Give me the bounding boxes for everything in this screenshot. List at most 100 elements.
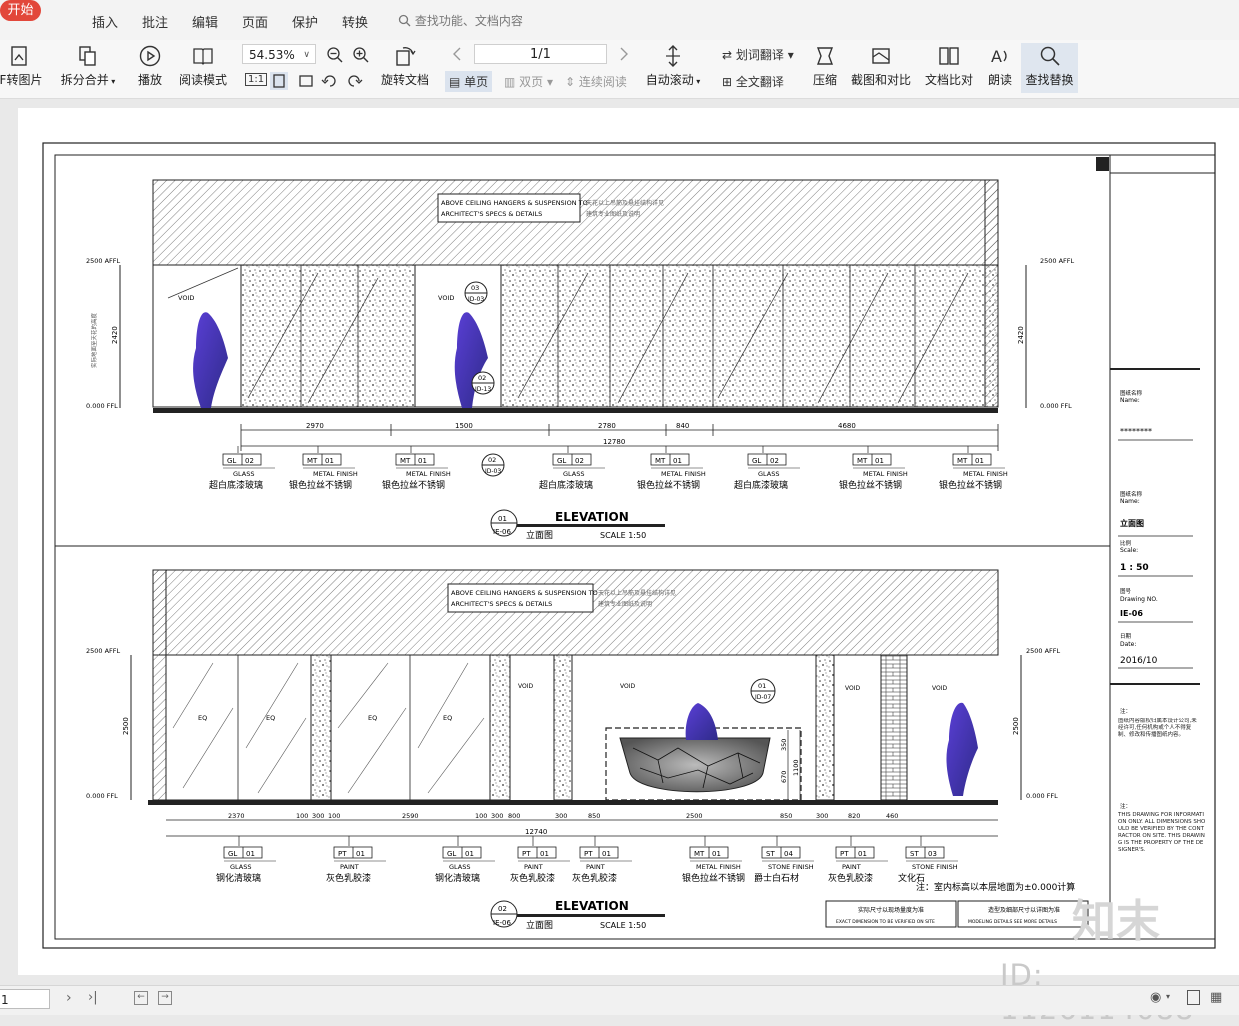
level2-bottom-left: 0.000 FFL bbox=[86, 792, 118, 800]
actual-size-icon[interactable]: 1:1 bbox=[245, 73, 268, 86]
double-page-button[interactable]: ▥ 双页 ▾ bbox=[504, 73, 553, 90]
tag-num: 01 bbox=[673, 457, 682, 465]
dim-label: 300 bbox=[555, 812, 567, 820]
rotate-right-icon[interactable] bbox=[345, 72, 363, 90]
ceiling-note-en-2: ARCHITECT'S SPECS & DETAILS bbox=[441, 210, 542, 218]
level-top-left: 2500 AFFL bbox=[86, 257, 121, 265]
ceiling-note-cn-1: 天花以上吊筋及悬挂结构详见 bbox=[586, 199, 664, 207]
elevation-1-title-sheet: IE-06 bbox=[493, 528, 511, 536]
tag-en: METAL FINISH bbox=[863, 470, 908, 478]
tag-en: GLASS bbox=[449, 863, 471, 871]
read-aloud-button[interactable]: A 朗读 bbox=[985, 44, 1015, 88]
menu-tab-convert[interactable]: 转换 bbox=[342, 12, 368, 31]
chevron-right-icon[interactable] bbox=[618, 46, 630, 62]
menu-tab-start[interactable]: 开始 bbox=[0, 0, 41, 21]
chevron-down-icon[interactable]: ▾ bbox=[1166, 992, 1170, 1001]
compress-button[interactable]: 压缩 bbox=[808, 44, 842, 88]
tag-num: 01 bbox=[712, 850, 721, 858]
height2-dim-left: 2500 bbox=[122, 717, 130, 735]
read-mode-label: 阅读模式 bbox=[178, 73, 227, 87]
elevation-2-title-cn: 立面图 bbox=[526, 919, 553, 931]
page-jump-input[interactable]: 1 bbox=[0, 989, 50, 1009]
tag-num: 01 bbox=[465, 850, 474, 858]
tb-scale-label-cn: 比例 bbox=[1120, 539, 1132, 547]
single-page-button[interactable]: ▤ 单页 bbox=[445, 71, 493, 92]
split-merge-button[interactable]: 拆分合并 ▾ bbox=[56, 44, 120, 88]
tb-date-value: 2016/10 bbox=[1120, 656, 1158, 666]
detail-ref-d-sheet: ID-07 bbox=[755, 694, 771, 701]
detail-ref-c-sheet: ID-03 bbox=[485, 468, 501, 475]
book-icon bbox=[193, 48, 213, 65]
elevation-2-scale: SCALE 1:50 bbox=[600, 921, 646, 930]
level-bottom-left: 0.000 FFL bbox=[86, 402, 118, 410]
elevation-1-title-cn: 立面图 bbox=[526, 529, 553, 541]
menu-tab-page[interactable]: 页面 bbox=[242, 12, 268, 31]
zoom-select[interactable]: 54.53% ∨ bbox=[242, 44, 316, 64]
eye-icon[interactable]: ◉ bbox=[1150, 990, 1161, 1005]
feature-search[interactable]: 查找功能、文档内容 bbox=[398, 12, 523, 29]
status-bar: 1 › ›| ← → ◉ ▾ ▦ bbox=[0, 985, 1239, 1015]
chevron-left-icon[interactable] bbox=[451, 46, 463, 62]
continuous-read-button[interactable]: ⇕ 连续阅读 bbox=[565, 73, 627, 90]
menu-tab-annotate[interactable]: 批注 bbox=[142, 12, 168, 31]
tag-num: 02 bbox=[245, 457, 254, 465]
tag-num: 01 bbox=[975, 457, 984, 465]
menu-tab-edit[interactable]: 编辑 bbox=[192, 12, 218, 31]
read-aloud-label: 朗读 bbox=[987, 73, 1012, 87]
tag-en: PAINT bbox=[340, 863, 359, 871]
next-column-icon[interactable]: → bbox=[158, 991, 172, 1005]
tag-cn: 超白底漆玻璃 bbox=[209, 479, 263, 491]
dim-label: 850 bbox=[588, 812, 600, 820]
planter-dim-3: 1100 bbox=[792, 759, 800, 776]
auto-scroll-icon bbox=[666, 45, 680, 67]
zoom-out-icon[interactable] bbox=[326, 46, 344, 64]
find-replace-button[interactable]: 查找替换 bbox=[1021, 43, 1078, 93]
rotate-doc-button[interactable]: 旋转文档 bbox=[377, 44, 433, 88]
planter-pot bbox=[619, 737, 771, 793]
rotate-left-icon[interactable] bbox=[321, 72, 339, 90]
next-page-icon[interactable]: › bbox=[66, 990, 72, 1006]
dim-label: 2370 bbox=[228, 812, 245, 820]
tag-code: PT bbox=[522, 850, 531, 858]
word-translate-button[interactable]: ⇄ 划词翻译 ▾ bbox=[722, 46, 794, 63]
menu-tab-protect[interactable]: 保护 bbox=[292, 12, 318, 31]
elevation-1-dims: 2970 1500 2780 840 4680 bbox=[306, 422, 856, 430]
floor-note: 注：室内标高以本层地面为±0.000计算 bbox=[916, 881, 1075, 893]
compress-icon bbox=[816, 47, 834, 65]
fit-page-icon[interactable] bbox=[270, 72, 288, 90]
tag-en: METAL FINISH bbox=[313, 470, 358, 478]
dim-label: 2500 bbox=[686, 812, 703, 820]
fit-width-icon[interactable] bbox=[297, 72, 315, 90]
menu-tab-insert[interactable]: 插入 bbox=[92, 12, 118, 31]
detail-ref-d-num: 01 bbox=[758, 682, 766, 690]
tag-num: 01 bbox=[418, 457, 427, 465]
site-note-2: 造型及细部尺寸以详图为准 bbox=[988, 906, 1060, 914]
prev-column-icon[interactable]: ← bbox=[134, 991, 148, 1005]
single-view-icon[interactable] bbox=[1187, 990, 1200, 1005]
grid-view-icon[interactable]: ▦ bbox=[1210, 990, 1222, 1005]
dim-label: 300 bbox=[312, 812, 324, 820]
full-translate-button[interactable]: ⊞ 全文翻译 bbox=[722, 73, 784, 90]
play-icon bbox=[139, 45, 161, 67]
tag-num: 02 bbox=[770, 457, 779, 465]
side-label-left: 实际地面至天花的高度 bbox=[90, 312, 98, 368]
tag-en: METAL FINISH bbox=[696, 863, 741, 871]
tag-cn: 钢化清玻璃 bbox=[435, 872, 480, 884]
site-note-1-en: EXACT DIMENSION TO BE VERIFIED ON SITE bbox=[836, 919, 935, 925]
page-number-input[interactable]: 1/1 bbox=[474, 44, 607, 64]
crop-compare-button[interactable]: 截图和对比 bbox=[850, 44, 912, 88]
pdf-to-image-button[interactable]: F转图片 bbox=[0, 44, 44, 88]
tag-en: STONE FINISH bbox=[768, 863, 814, 871]
last-page-icon[interactable]: ›| bbox=[88, 990, 98, 1005]
read-mode-button[interactable]: 阅读模式 bbox=[177, 44, 229, 88]
dim-label: 100 bbox=[328, 812, 340, 820]
tag-cn: 超白底漆玻璃 bbox=[734, 479, 788, 491]
tag-cn: 灰色乳胶漆 bbox=[828, 872, 873, 884]
zoom-in-icon[interactable] bbox=[352, 46, 370, 64]
detail-ref-b-num: 02 bbox=[478, 374, 486, 382]
elevation-2: ABOVE CEILING HANGERS & SUSPENSION TO AR… bbox=[86, 569, 1089, 931]
doc-compare-button[interactable]: 文档比对 bbox=[922, 44, 976, 88]
play-button[interactable]: 播放 bbox=[133, 44, 167, 88]
auto-scroll-button[interactable]: 自动滚动 ▾ bbox=[643, 44, 703, 88]
detail-ref-b-sheet: ID-13 bbox=[475, 386, 491, 393]
